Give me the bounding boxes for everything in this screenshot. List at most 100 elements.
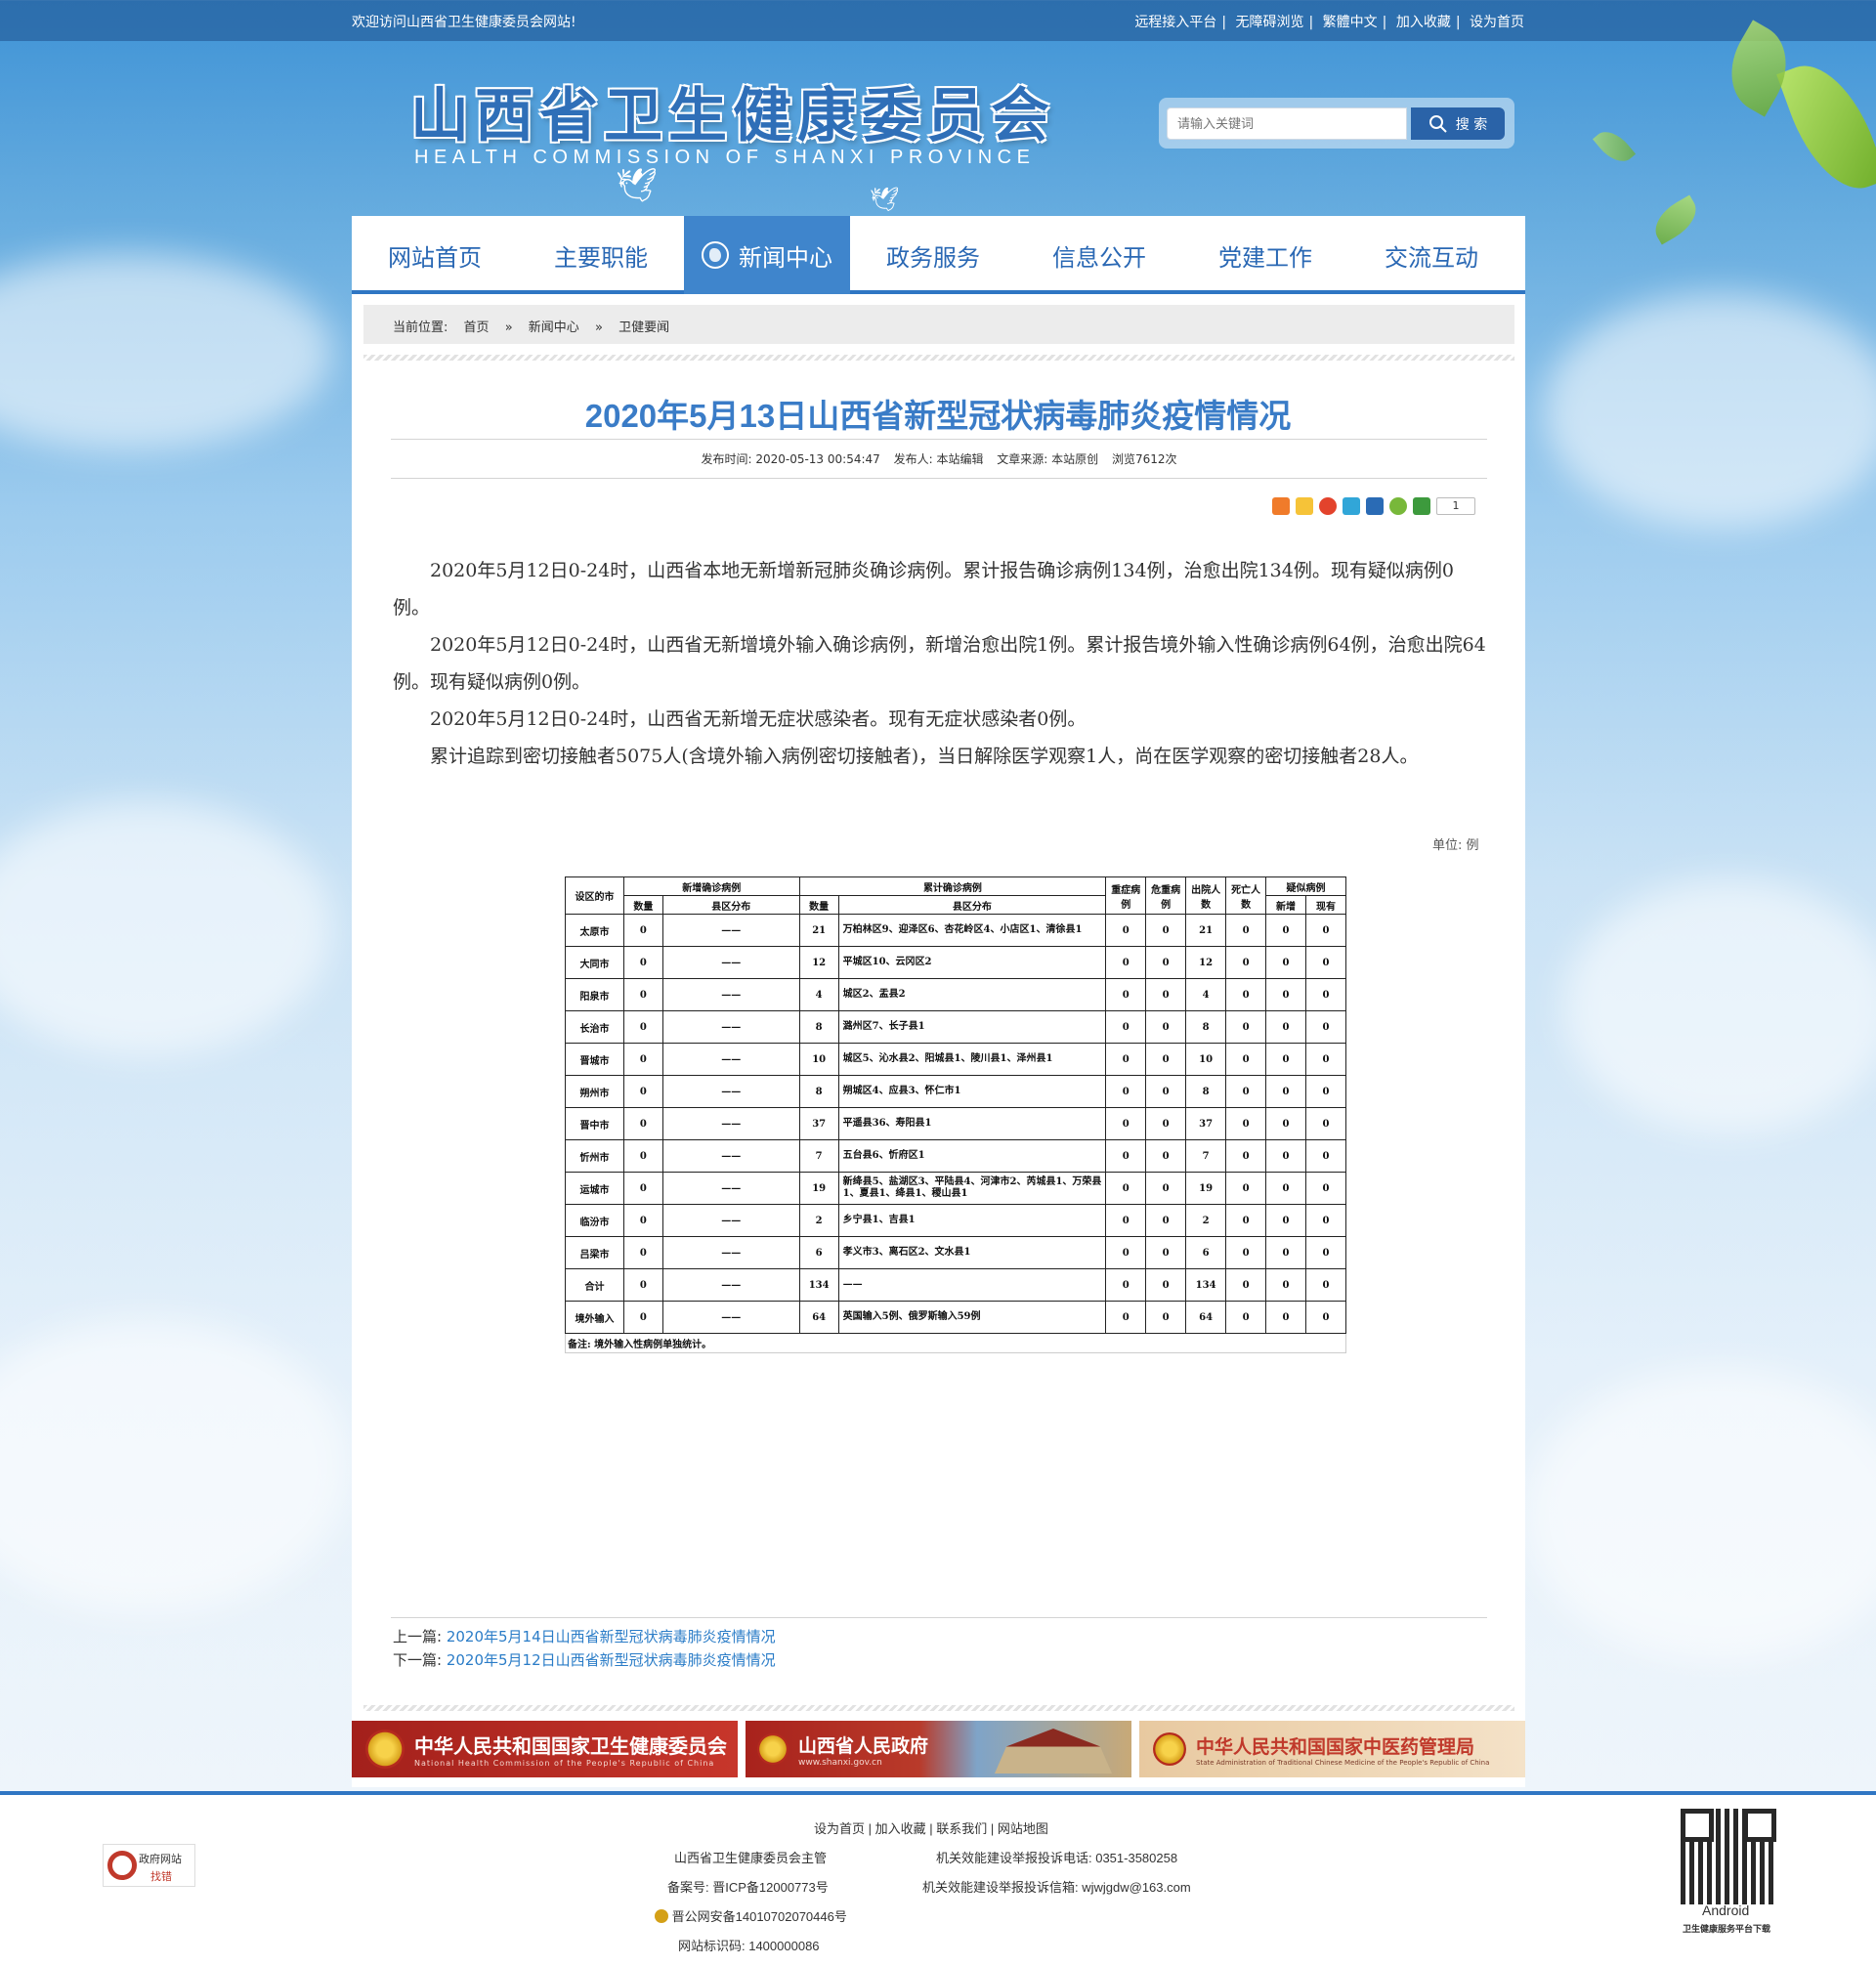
cell-deaths: 0 (1225, 1268, 1267, 1302)
share-more-icon[interactable] (1272, 497, 1290, 515)
share-douban-icon[interactable] (1413, 497, 1430, 515)
header-cum-confirmed: 累计确诊病例 (798, 876, 1107, 896)
cell-deaths: 0 (1225, 1204, 1267, 1237)
footer-site-id: 网站标识码: 1400000086 (678, 1939, 820, 1953)
cell-cum-count: 12 (798, 946, 839, 979)
cell-deaths: 0 (1225, 1075, 1267, 1108)
footer-link-homepage[interactable]: 设为首页 (814, 1821, 865, 1836)
banner-title: 山西省人民政府 (798, 1734, 929, 1757)
nav-label: 新闻中心 (739, 243, 832, 272)
article-meta: 发布时间: 2020-05-13 00:54:47 发布人: 本站编辑 文章来源… (391, 450, 1487, 467)
share-tqq-icon[interactable] (1343, 497, 1360, 515)
cell-severe: 0 (1105, 914, 1147, 947)
cell-cum-district: 新绛县5、盐湖区3、平陆县4、河津市2、芮城县1、万荣县1、夏县1、绛县1、稷山… (837, 1172, 1107, 1205)
link-remote-access[interactable]: 远程接入平台 (1134, 15, 1216, 30)
breadcrumb-news-center[interactable]: 新闻中心 (529, 321, 579, 335)
cell-discharged: 10 (1185, 1043, 1227, 1076)
next-article-link[interactable]: 2020年5月12日山西省新型冠状病毒肺炎疫情情况 (447, 1651, 776, 1669)
prev-article: 上一篇: 2020年5月14日山西省新型冠状病毒肺炎疫情情况 (393, 1625, 776, 1648)
link-traditional-chinese[interactable]: 繁體中文 (1323, 15, 1378, 30)
nav-functions[interactable]: 主要职能 (518, 216, 684, 294)
search-input[interactable] (1167, 107, 1407, 140)
prev-article-link[interactable]: 2020年5月14日山西省新型冠状病毒肺炎疫情情况 (447, 1628, 776, 1645)
share-qzone-icon[interactable] (1296, 497, 1313, 515)
cell-critical: 0 (1145, 1172, 1187, 1205)
magnifier-icon (107, 1851, 137, 1880)
nav-label: 信息公开 (1052, 243, 1146, 272)
gov-error-badge[interactable]: 政府网站 找错 (103, 1844, 195, 1887)
divider (391, 478, 1487, 479)
view-count: 浏览7612次 (1111, 452, 1177, 466)
main-panel: 网站首页 主要职能 新闻中心 政务服务 信息公开 党建工作 交流互动 当前位置:… (352, 216, 1525, 1787)
footer-sponsor: 山西省卫生健康委员会主管 (674, 1851, 828, 1865)
banner-shanxi-gov[interactable]: 山西省人民政府 www.shanxi.gov.cn (746, 1721, 1131, 1777)
header-cum-count: 数量 (798, 895, 839, 915)
cell-critical: 0 (1145, 1075, 1187, 1108)
prev-next-links: 上一篇: 2020年5月14日山西省新型冠状病毒肺炎疫情情况 下一篇: 2020… (393, 1625, 776, 1672)
cell-new-district: —— (661, 1139, 800, 1173)
cell-city: 吕梁市 (565, 1236, 624, 1269)
cell-cum-district: 城区5、沁水县2、阳城县1、陵川县1、泽州县1 (837, 1043, 1107, 1076)
police-badge-icon (655, 1909, 668, 1923)
share-weibo-icon[interactable] (1319, 497, 1337, 515)
share-renren-icon[interactable] (1366, 497, 1384, 515)
link-add-favorite[interactable]: 加入收藏 (1396, 15, 1451, 30)
table-row: 吕梁市 0 —— 6 孝义市3、离石区2、文水县1 0 0 6 0 0 0 (565, 1236, 1346, 1269)
breadcrumb-sep: » (594, 321, 603, 335)
cell-cum-count: 8 (798, 1010, 839, 1044)
footer-icp[interactable]: 备案号: 晋ICP备12000773号 (667, 1877, 829, 1896)
globe-icon (702, 241, 729, 269)
cell-suspected-current: 0 (1305, 914, 1346, 947)
banner-nhc[interactable]: 中华人民共和国国家卫生健康委员会 National Health Commiss… (352, 1721, 738, 1777)
cell-discharged: 21 (1185, 914, 1227, 947)
cell-suspected-new: 0 (1265, 978, 1306, 1011)
link-set-homepage[interactable]: 设为首页 (1470, 15, 1524, 30)
nav-gov-services[interactable]: 政务服务 (850, 216, 1016, 294)
cell-cum-district: 城区2、盂县2 (837, 978, 1107, 1011)
cell-deaths: 0 (1225, 946, 1267, 979)
table-row: 合计 0 —— 134 —— 0 0 134 0 0 0 (565, 1268, 1346, 1302)
nav-party-work[interactable]: 党建工作 (1182, 216, 1348, 294)
footer-link-favorite[interactable]: 加入收藏 (875, 1821, 926, 1836)
search-button-label: 搜 索 (1455, 116, 1488, 133)
top-bar: 欢迎访问山西省卫生健康委员会网站! 远程接入平台 | 无障碍浏览 | 繁體中文 | 加… (0, 0, 1876, 41)
cell-critical: 0 (1145, 1236, 1187, 1269)
search-button[interactable]: 搜 索 (1411, 107, 1505, 140)
nav-info-disclosure[interactable]: 信息公开 (1016, 216, 1182, 294)
search-icon (1428, 114, 1447, 133)
cell-new-district: —— (661, 1172, 800, 1205)
cell-deaths: 0 (1225, 914, 1267, 947)
cell-deaths: 0 (1225, 1010, 1267, 1044)
nav-news-center[interactable]: 新闻中心 (684, 216, 850, 294)
main-nav: 网站首页 主要职能 新闻中心 政务服务 信息公开 党建工作 交流互动 (352, 216, 1525, 294)
cell-severe: 0 (1105, 1172, 1147, 1205)
table-row: 晋中市 0 —— 37 平遥县36、寿阳县1 0 0 37 0 0 0 (565, 1107, 1346, 1140)
breadcrumb-home[interactable]: 首页 (464, 321, 490, 335)
share-kaixin-icon[interactable] (1389, 497, 1407, 515)
header-cum-district: 县区分布 (837, 895, 1107, 915)
table-row: 长治市 0 —— 8 潞州区7、长子县1 0 0 8 0 0 0 (565, 1010, 1346, 1044)
table-row: 朔州市 0 —— 8 朔城区4、应县3、怀仁市1 0 0 8 0 0 0 (565, 1075, 1346, 1108)
cell-critical: 0 (1145, 978, 1187, 1011)
footer-link-sitemap[interactable]: 网站地图 (998, 1821, 1048, 1836)
cell-severe: 0 (1105, 1043, 1147, 1076)
cell-deaths: 0 (1225, 1107, 1267, 1140)
link-accessibility[interactable]: 无障碍浏览 (1235, 15, 1303, 30)
breadcrumb-current[interactable]: 卫健要闻 (618, 321, 669, 335)
epidemic-table: 设区的市 新增确诊病例 累计确诊病例 重症病例 危重病例 出院人数 死亡人数 疑… (565, 876, 1346, 1334)
cell-discharged: 2 (1185, 1204, 1227, 1237)
cell-deaths: 0 (1225, 978, 1267, 1011)
cell-new-district: —— (661, 1075, 800, 1108)
footer-police[interactable]: 晋公网安备14010702070446号 (655, 1906, 847, 1925)
site-logo-cn[interactable]: 山西省卫生健康委员会 (410, 68, 1055, 153)
nav-home[interactable]: 网站首页 (352, 216, 518, 294)
cell-critical: 0 (1145, 1107, 1187, 1140)
top-links: 远程接入平台 | 无障碍浏览 | 繁體中文 | 加入收藏 | 设为首页 (1134, 15, 1524, 30)
footer-link-contact[interactable]: 联系我们 (936, 1821, 987, 1836)
header-new-confirmed: 新增确诊病例 (622, 876, 800, 896)
nav-interaction[interactable]: 交流互动 (1348, 216, 1514, 294)
breadcrumb: 当前位置: 首页 » 新闻中心 » 卫健要闻 (363, 305, 1514, 344)
banner-tcm[interactable]: 中华人民共和国国家中医药管理局 State Administration of … (1139, 1721, 1525, 1777)
epidemic-table-wrap: 设区的市 新增确诊病例 累计确诊病例 重症病例 危重病例 出院人数 死亡人数 疑… (565, 876, 1346, 1353)
cell-cum-district: 孝义市3、离石区2、文水县1 (837, 1236, 1107, 1269)
